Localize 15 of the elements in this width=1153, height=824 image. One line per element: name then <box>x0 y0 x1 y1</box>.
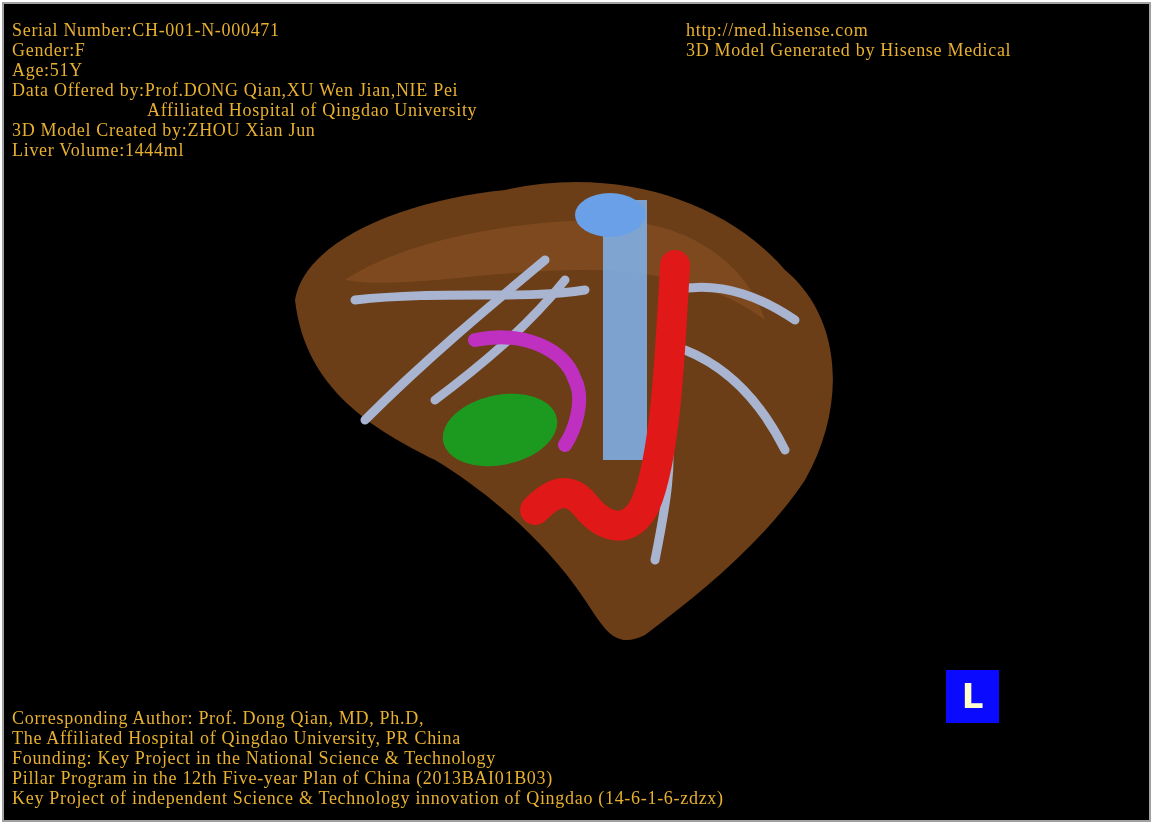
info-text: Corresponding Author: Prof. Dong Qian, MD, Ph.D, <box>12 708 425 728</box>
orientation-badge: L <box>946 670 999 723</box>
info-text: Liver Volume:1444ml <box>12 140 185 160</box>
info-text: Pillar Program in the 12th Five-year Plan of China (2013BAI01B03) <box>12 768 553 788</box>
info-text: Gender:F <box>12 40 86 60</box>
info-text: Age:51Y <box>12 60 83 80</box>
info-text: Key Project of independent Science & Technology innovation of Qingdao (14-6-1-6-zdzx) <box>12 788 724 808</box>
info-text: http://med.hisense.com <box>686 20 869 40</box>
info-text: Data Offered by:Prof.DONG Qian,XU Wen Jian,NIE Pei <box>12 80 459 100</box>
info-text: Founding: Key Project in the National Science & Technology <box>12 748 496 768</box>
info-text: Serial Number:CH-001-N-000471 <box>12 20 280 40</box>
info-text: 3D Model Generated by Hisense Medical <box>686 40 1012 60</box>
info-text: 3D Model Created by:ZHOU Xian Jun <box>12 120 316 140</box>
info-text: The Affiliated Hospital of Qingdao University, PR China <box>12 728 461 748</box>
info-text: Affiliated Hospital of Qingdao University <box>147 100 478 120</box>
